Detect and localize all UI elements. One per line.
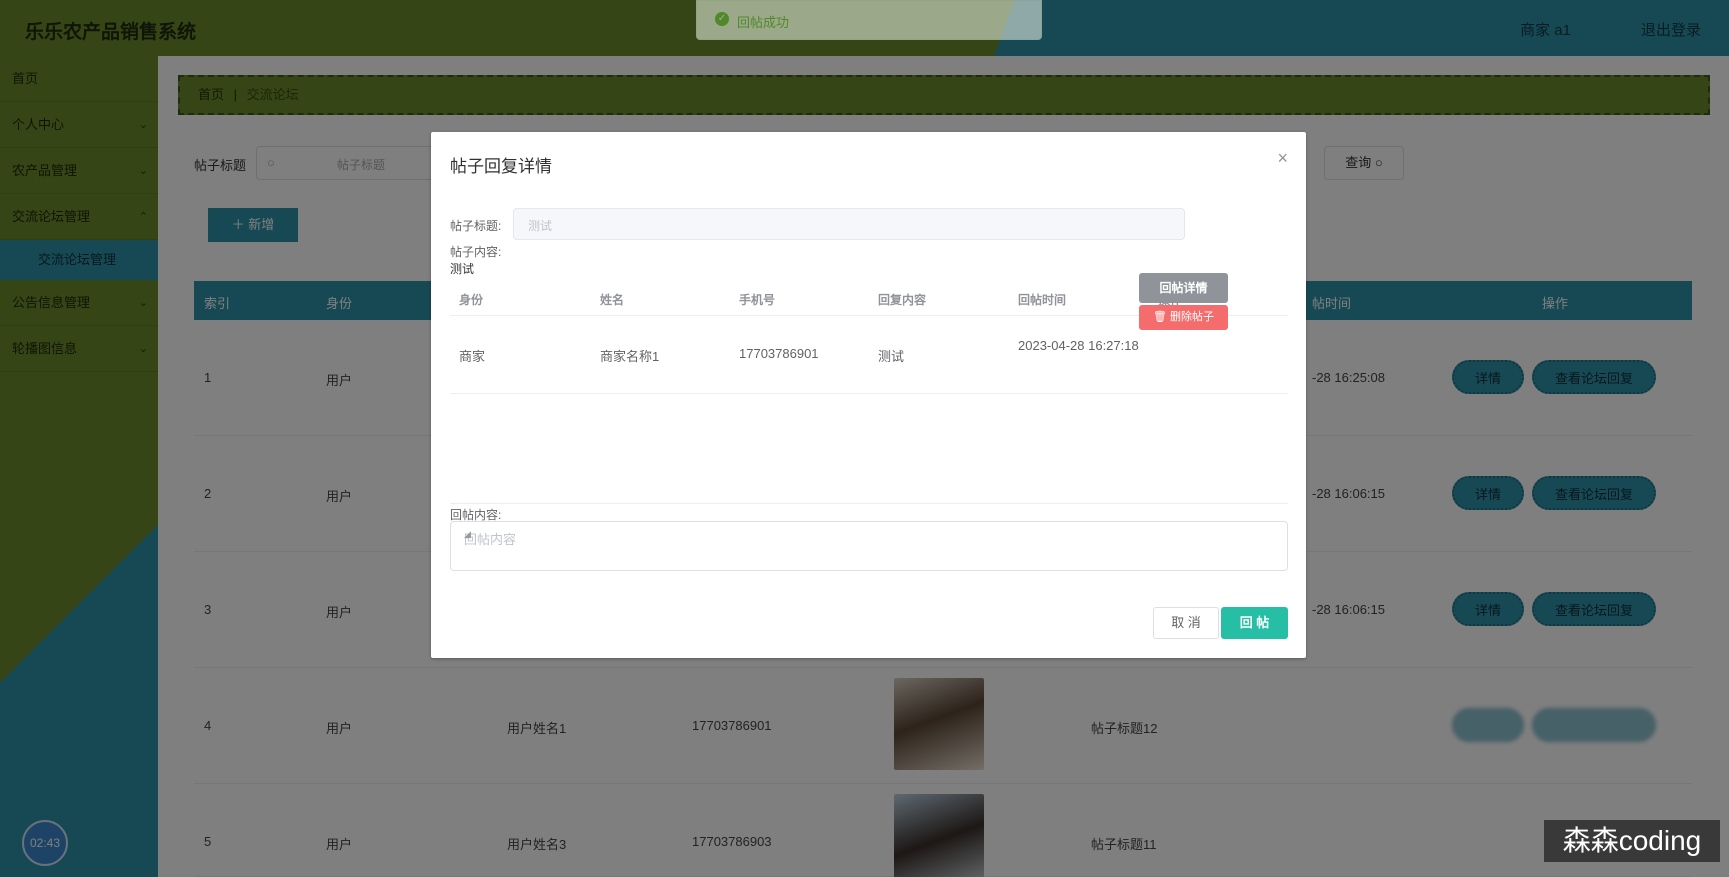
reply-content: 测试 [878,349,905,364]
delete-post-button[interactable]: 🗑 删除帖子 [1139,305,1228,330]
reply-phone: 17703786901 [739,346,819,361]
reply-detail-dialog: 帖子回复详情 × 帖子标题: 测试 帖子内容: 测试 身份 姓名 手机号 回复内… [431,132,1306,658]
resize-grip-icon[interactable]: ◢ [464,529,1285,569]
reply-textarea[interactable]: 回帖内容 ◢ [450,521,1288,571]
success-toast: ✓ 回帖成功 [696,0,1042,40]
post-content-label: 帖子内容: [450,245,502,259]
dialog-title: 帖子回复详情 [450,157,552,176]
watermark: 森森coding [1544,820,1720,862]
reply-name: 商家名称1 [600,349,660,364]
col-time: 回帖时间 [1018,293,1067,307]
reply-time: 2023-04-28 16:27:18 [1018,338,1139,353]
check-circle-icon: ✓ [715,12,729,26]
col-name: 姓名 [600,293,625,307]
post-content-value: 测试 [450,262,475,276]
mouse-cursor-icon: ↖ [530,466,546,486]
reply-role: 商家 [459,349,486,364]
col-phone: 手机号 [739,293,776,307]
delete-label: 删除帖子 [1170,311,1215,323]
toast-message: 回帖成功 [737,15,790,30]
col-content: 回复内容 [878,293,927,307]
post-title-value: 测试 [528,219,553,233]
submit-reply-button[interactable]: 回 帖 [1221,607,1288,639]
post-title-label: 帖子标题: [450,219,502,233]
divider [450,503,1288,504]
trash-icon: 🗑 [1152,311,1167,323]
col-role: 身份 [459,293,484,307]
reply-detail-button[interactable]: 回帖详情 [1139,273,1228,303]
post-title-field: 测试 [513,208,1185,240]
close-icon[interactable]: × [1277,148,1288,169]
cancel-button[interactable]: 取 消 [1153,607,1219,639]
